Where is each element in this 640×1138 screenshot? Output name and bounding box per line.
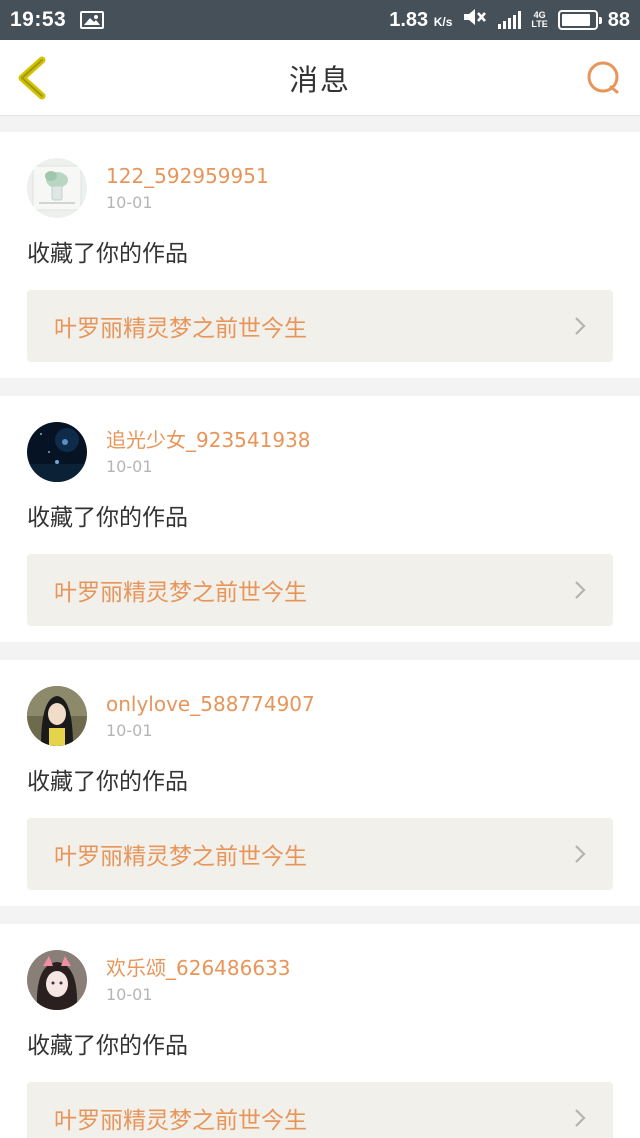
work-link[interactable]: 叶罗丽精灵梦之前世今生 <box>27 554 613 626</box>
work-title: 叶罗丽精灵梦之前世今生 <box>54 844 307 870</box>
username[interactable]: 追光少女_923541938 <box>106 427 311 453</box>
action-text: 收藏了你的作品 <box>27 769 188 795</box>
network-type: 4G LTE <box>531 10 548 29</box>
work-title: 叶罗丽精灵梦之前世今生 <box>54 316 307 342</box>
message-date: 10-01 <box>106 193 153 212</box>
work-link[interactable]: 叶罗丽精灵梦之前世今生 <box>27 818 613 890</box>
action-text: 收藏了你的作品 <box>27 241 188 267</box>
work-title: 叶罗丽精灵梦之前世今生 <box>54 1108 307 1134</box>
battery-icon <box>557 10 602 30</box>
message-date: 10-01 <box>106 457 153 476</box>
chevron-left-icon <box>18 56 46 100</box>
network-speed: 1.83 K/s <box>389 8 453 31</box>
work-link[interactable]: 叶罗丽精灵梦之前世今生 <box>27 290 613 362</box>
search-icon <box>587 61 619 94</box>
status-bar: 19:53 1.83 K/s 4G LTE 88 <box>0 0 640 40</box>
search-button[interactable] <box>584 58 624 98</box>
action-text: 收藏了你的作品 <box>27 1033 188 1059</box>
chevron-right-icon <box>575 845 586 863</box>
avatar[interactable] <box>27 422 87 482</box>
avatar[interactable] <box>27 686 87 746</box>
work-title: 叶罗丽精灵梦之前世今生 <box>54 580 307 606</box>
message-card: 追光少女_923541938 10-01 收藏了你的作品 叶罗丽精灵梦之前世今生 <box>0 396 640 642</box>
back-button[interactable] <box>14 56 54 100</box>
chevron-right-icon <box>575 317 586 335</box>
username[interactable]: onlylove_588774907 <box>106 691 315 717</box>
message-card: onlylove_588774907 10-01 收藏了你的作品 叶罗丽精灵梦之… <box>0 660 640 906</box>
nav-bar: 消息 <box>0 40 640 116</box>
message-card: 122_592959951 10-01 收藏了你的作品 叶罗丽精灵梦之前世今生 <box>0 132 640 378</box>
message-card: 欢乐颂_626486633 10-01 收藏了你的作品 叶罗丽精灵梦之前世今生 <box>0 924 640 1138</box>
avatar[interactable] <box>27 950 87 1010</box>
battery-percent: 88 <box>607 8 630 31</box>
message-list: 122_592959951 10-01 收藏了你的作品 叶罗丽精灵梦之前世今生 <box>0 132 640 1138</box>
avatar[interactable] <box>27 158 87 218</box>
status-time: 19:53 <box>10 8 67 31</box>
work-link[interactable]: 叶罗丽精灵梦之前世今生 <box>27 1082 613 1138</box>
page-title: 消息 <box>288 62 351 97</box>
mute-icon <box>462 7 488 33</box>
image-notification-icon <box>80 11 105 29</box>
action-text: 收藏了你的作品 <box>27 505 188 531</box>
message-date: 10-01 <box>106 985 153 1004</box>
signal-strength-icon <box>498 11 522 29</box>
username[interactable]: 122_592959951 <box>106 163 269 189</box>
chevron-right-icon <box>575 1109 586 1127</box>
chevron-right-icon <box>575 581 586 599</box>
username[interactable]: 欢乐颂_626486633 <box>106 955 291 981</box>
message-date: 10-01 <box>106 721 153 740</box>
